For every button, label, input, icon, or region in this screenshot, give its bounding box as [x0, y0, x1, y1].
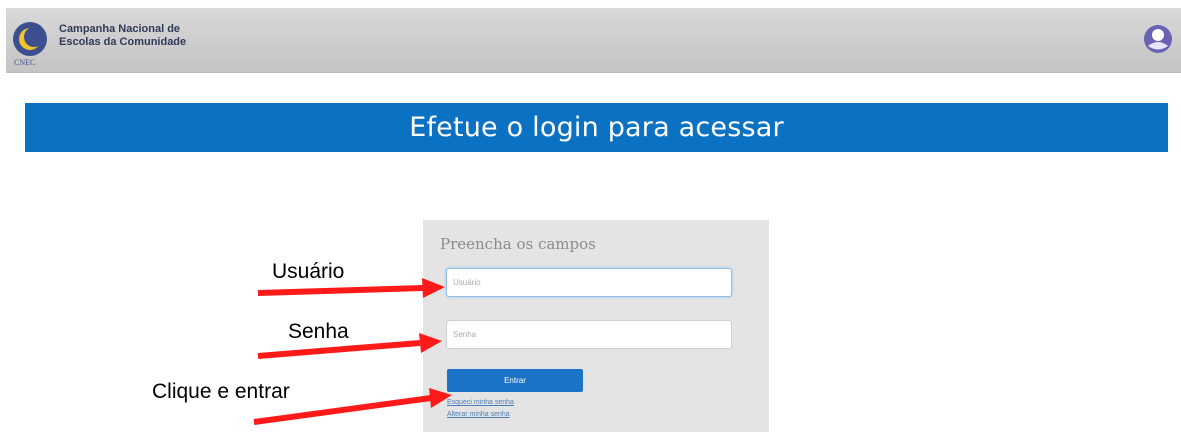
login-panel-title: Preencha os campos: [440, 235, 596, 253]
enter-button[interactable]: Entrar: [447, 369, 583, 392]
login-panel: Preencha os campos Entrar Esqueci minha …: [423, 220, 769, 432]
annotation-password-label: Senha: [288, 320, 349, 343]
portal-icon[interactable]: [1143, 24, 1173, 54]
annotation-submit-label: Clique e entrar: [152, 380, 290, 403]
organization-name-line1: Campanha Nacional de: [59, 23, 181, 35]
annotation-username-label: Usuário: [272, 260, 345, 283]
change-password-link[interactable]: Alterar minha senha: [447, 411, 510, 418]
login-banner: Efetue o login para acessar: [25, 103, 1168, 152]
password-input[interactable]: [446, 320, 732, 349]
cnec-logo-icon[interactable]: CNEC: [11, 20, 51, 68]
logo-caption: CNEC: [14, 58, 35, 67]
arrow-to-password-icon: [257, 333, 442, 359]
top-header-bar: CNEC Campanha Nacional de Escolas da Com…: [6, 8, 1181, 73]
organization-name: Campanha Nacional de Escolas da Comunida…: [59, 23, 186, 49]
username-input[interactable]: [446, 268, 732, 297]
organization-name-line2: Escolas da Comunidade: [59, 36, 187, 48]
forgot-password-link[interactable]: Esqueci minha senha: [447, 399, 514, 406]
